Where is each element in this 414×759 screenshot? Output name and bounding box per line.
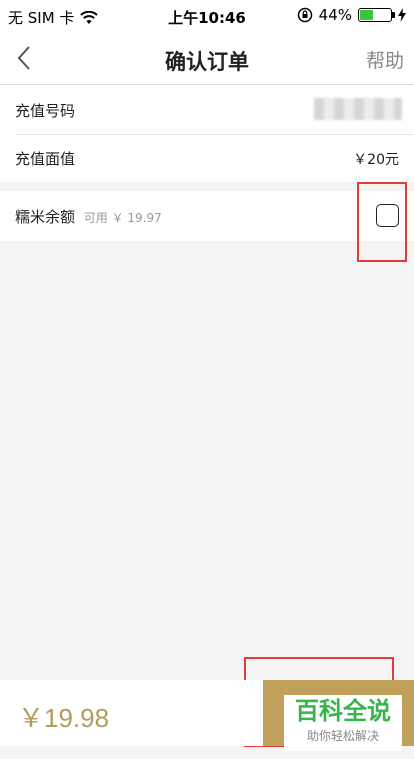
- charging-icon: [398, 8, 406, 22]
- highlight-box-checkbox: [357, 182, 407, 262]
- total-price: ￥19.98: [18, 703, 110, 733]
- recharge-number-value-blurred: [314, 98, 402, 120]
- battery-icon: [358, 8, 395, 22]
- orientation-lock-icon: [297, 7, 312, 23]
- recharge-amount-label: 充值面值: [15, 150, 76, 168]
- balance-title: 糯米余额: [15, 208, 76, 226]
- watermark-title: 百科全说: [295, 697, 391, 725]
- nav-bar: 确认订单 帮助: [0, 32, 414, 85]
- status-bar: 无 SIM 卡 上午10:46 44%: [0, 0, 414, 32]
- watermark-logo: 百科全说 助你轻松解决: [284, 695, 402, 751]
- recharge-amount-row: 充值面值 ￥20元: [0, 135, 414, 182]
- battery-level: [360, 10, 374, 20]
- balance-available: 可用 ￥ 19.97: [83, 211, 162, 225]
- page-title: 确认订单: [165, 50, 249, 74]
- battery-percent: 44%: [318, 6, 352, 24]
- balance-row[interactable]: 糯米余额 可用 ￥ 19.97: [0, 191, 414, 241]
- recharge-number-label: 充值号码: [15, 102, 76, 120]
- help-button[interactable]: 帮助: [366, 46, 404, 73]
- balance-label: 糯米余额 可用 ￥ 19.97: [15, 206, 162, 227]
- watermark-subtitle: 助你轻松解决: [306, 729, 379, 743]
- recharge-amount-value: ￥20元: [353, 152, 399, 168]
